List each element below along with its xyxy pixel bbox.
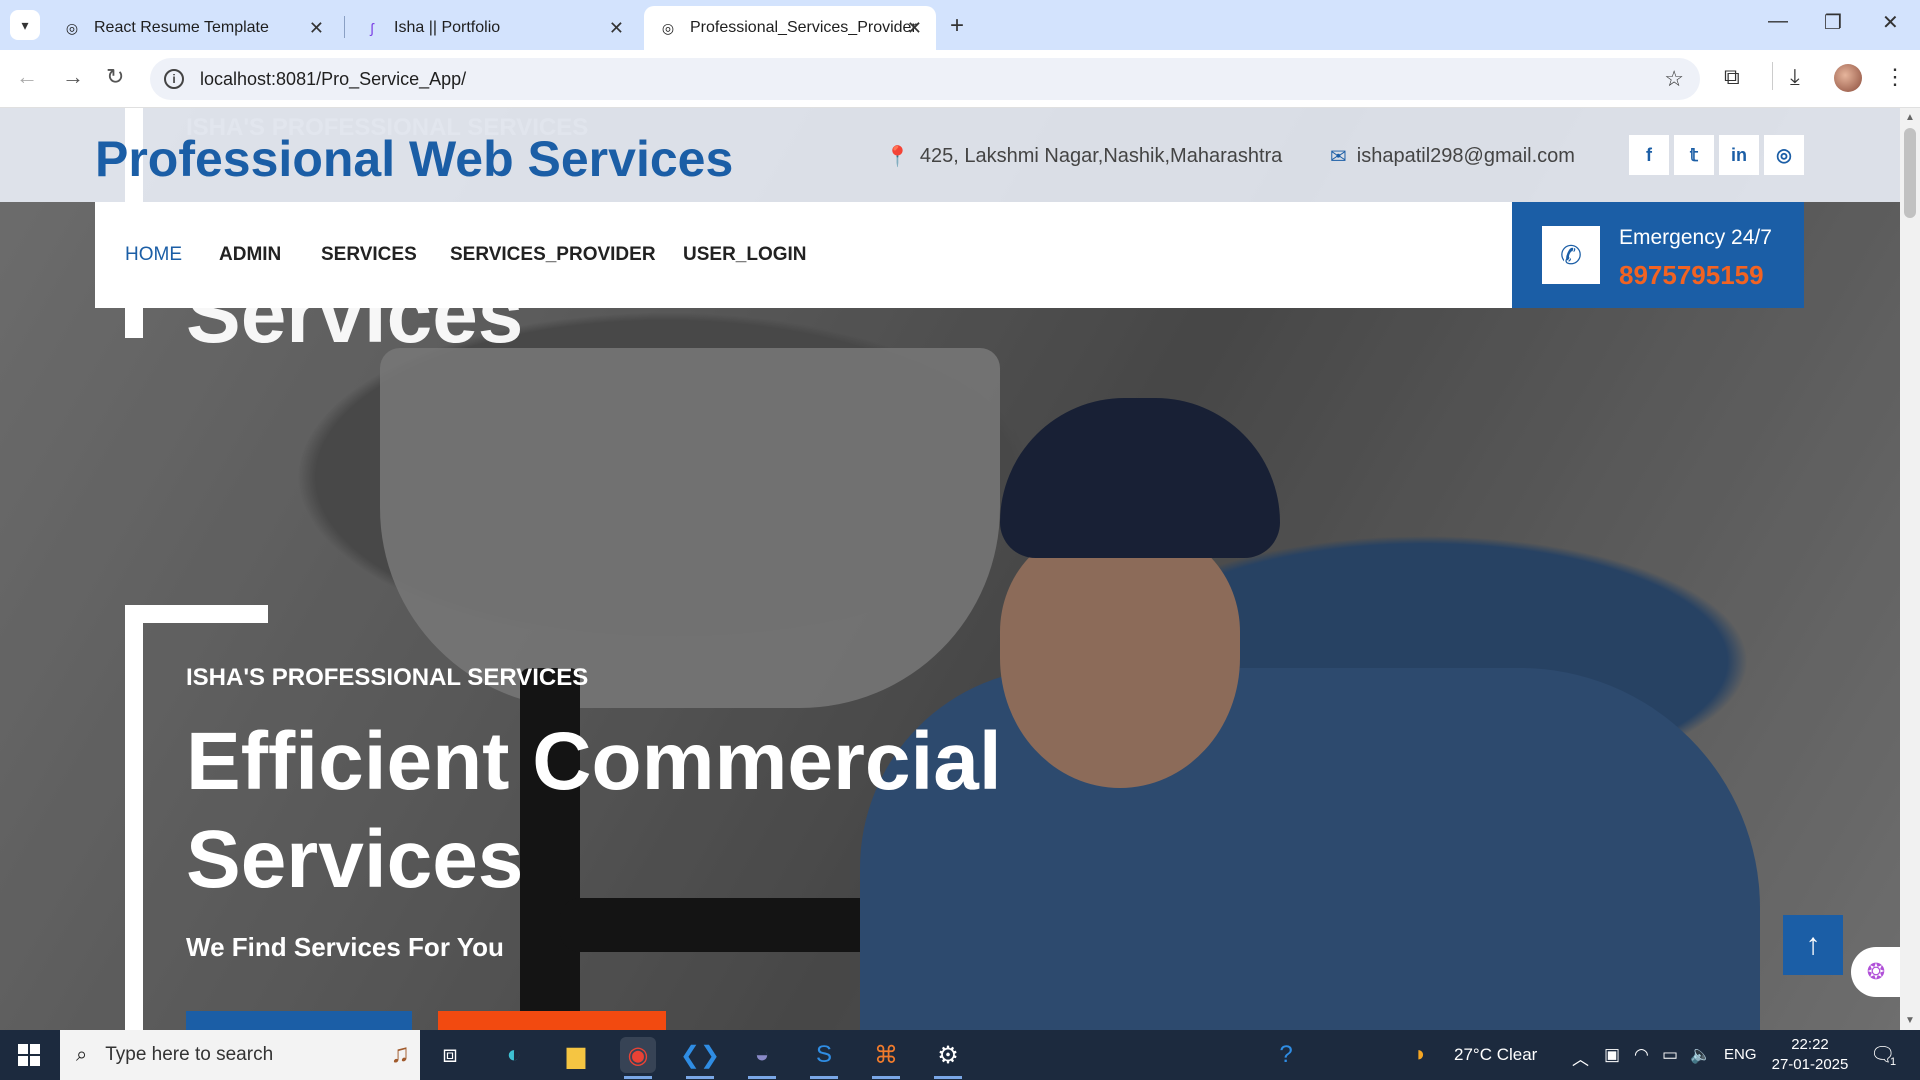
search-highlight-icon: ♫	[390, 1038, 411, 1068]
url-text: localhost:8081/Pro_Service_App/	[200, 68, 467, 89]
site-brand[interactable]: Professional Web Services	[95, 130, 733, 188]
skype-icon[interactable]: S	[806, 1037, 842, 1079]
task-view-icon[interactable]: ⧈	[432, 1037, 468, 1073]
nav-services[interactable]: SERVICES	[321, 244, 417, 266]
windows-start-icon[interactable]	[18, 1044, 40, 1066]
new-tab-button[interactable]: +	[950, 12, 964, 40]
file-explorer-icon[interactable]: ▆	[558, 1037, 594, 1073]
tray-chevron-icon[interactable]: ︿	[1572, 1045, 1589, 1070]
nav-services-provider[interactable]: SERVICES_PROVIDER	[450, 244, 656, 266]
scroll-down-icon[interactable]: ▼	[1905, 1015, 1915, 1026]
wifi-icon[interactable]: ◠	[1634, 1045, 1649, 1065]
minimize-icon[interactable]: —	[1768, 10, 1788, 33]
facebook-icon[interactable]: f	[1629, 135, 1669, 175]
notification-count: 1	[1890, 1056, 1897, 1068]
hero-primary-button[interactable]	[186, 1011, 412, 1030]
browser-toolbar: ← → ↻ i localhost:8081/Pro_Service_App/ …	[0, 50, 1920, 108]
xampp-icon[interactable]: ⌘	[868, 1037, 904, 1079]
globe-icon: ◎	[661, 19, 675, 36]
back-to-top-button[interactable]: ↑	[1783, 915, 1843, 975]
chrome-icon[interactable]: ◉	[620, 1037, 656, 1079]
instagram-icon[interactable]: ◎	[1764, 135, 1804, 175]
tab-label: Professional_Services_Provider	[690, 19, 917, 36]
extensions-icon[interactable]: ⧉	[1724, 64, 1740, 90]
email-contact: ✉ ishapatil298@gmail.com	[1330, 144, 1575, 169]
forward-icon[interactable]: →	[62, 64, 84, 90]
scrollbar-thumb[interactable]	[1904, 128, 1916, 218]
profile-avatar[interactable]	[1834, 64, 1862, 92]
back-icon[interactable]: ←	[16, 64, 38, 90]
email-text: ishapatil298@gmail.com	[1356, 145, 1575, 167]
address-text: 425, Lakshmi Nagar,Nashik,Maharashtra	[919, 145, 1283, 167]
assistant-bubble-icon[interactable]: ❂	[1851, 947, 1900, 997]
browser-tab-bar: ▾ ◎ React Resume Template ✕ ʃ Isha || Po…	[0, 0, 1920, 50]
battery-icon[interactable]: ▭	[1662, 1045, 1678, 1065]
globe-icon: ◎	[65, 19, 79, 36]
hero-tagline: We Find Services For You	[186, 932, 504, 962]
hero-headline-line-2: Services	[186, 814, 524, 905]
phone-icon: ✆	[1542, 226, 1600, 284]
nav-home[interactable]: HOME	[125, 244, 182, 266]
close-window-icon[interactable]: ✕	[1882, 10, 1899, 35]
hero-frame-top	[125, 605, 268, 623]
settings-gear-icon[interactable]: ⚙	[930, 1037, 966, 1079]
help-icon[interactable]: ?	[1268, 1037, 1304, 1073]
restore-icon[interactable]: ❐	[1824, 10, 1842, 35]
hero-headline-line-1: Efficient Commercial	[186, 716, 1002, 807]
bookmark-star-icon[interactable]: ☆	[1664, 66, 1684, 92]
tab-portfolio[interactable]: ʃ Isha || Portfolio ✕	[348, 6, 638, 50]
reload-icon[interactable]: ↻	[106, 64, 124, 90]
tab-label: React Resume Template	[94, 19, 269, 36]
close-icon[interactable]: ✕	[309, 18, 324, 39]
clock-time: 22:22	[1791, 1036, 1829, 1053]
tab-professional-services[interactable]: ◎ Professional_Services_Provider ✕	[644, 6, 936, 50]
emergency-contact-box: ✆ Emergency 24/7 8975795159	[1512, 202, 1804, 308]
language-indicator[interactable]: ENG	[1724, 1046, 1757, 1063]
tab-label: Isha || Portfolio	[394, 19, 501, 36]
emergency-label: Emergency 24/7	[1619, 226, 1772, 249]
device-icon[interactable]: ▣	[1604, 1045, 1620, 1065]
download-icon[interactable]: ⤓	[1790, 64, 1800, 90]
weather-icon[interactable]: ◗	[1414, 1041, 1427, 1067]
volume-icon[interactable]: 🔈	[1690, 1045, 1711, 1065]
map-pin-icon: 📍	[885, 146, 910, 168]
emergency-phone[interactable]: 8975795159	[1619, 260, 1764, 291]
address-contact: 📍 425, Lakshmi Nagar,Nashik,Maharashtra	[885, 144, 1282, 169]
nav-user-login[interactable]: USER_LOGIN	[683, 244, 807, 266]
page-scrollbar[interactable]: ▲ ▼	[1900, 108, 1920, 1030]
clock[interactable]: 22:22 27-01-2025	[1768, 1035, 1852, 1075]
hero-secondary-button[interactable]	[438, 1011, 666, 1030]
eclipse-icon[interactable]: ◒	[744, 1037, 780, 1079]
edge-icon[interactable]: ◐	[496, 1037, 532, 1073]
close-icon[interactable]: ✕	[609, 18, 624, 39]
taskbar: ⌕ Type here to search ♫ ⧈ ◐ ▆ ◉ ❮❯ ◒ S ⌘…	[0, 1030, 1920, 1080]
search-icon: ⌕	[76, 1043, 88, 1066]
linkedin-icon[interactable]: in	[1719, 135, 1759, 175]
tab-react-resume[interactable]: ◎ React Resume Template ✕	[48, 6, 338, 50]
toolbar-divider	[1772, 62, 1773, 90]
page-viewport: ISHA'S PROFESSIONAL SERVICES Services Pr…	[0, 108, 1900, 1030]
main-navbar: HOME ADMIN SERVICES SERVICES_PROVIDER US…	[95, 202, 1515, 308]
nav-admin[interactable]: ADMIN	[219, 244, 281, 266]
hero-kicker: ISHA'S PROFESSIONAL SERVICES	[186, 664, 589, 691]
envelope-icon: ✉	[1330, 146, 1347, 168]
hero-headline: Efficient Commercial Services	[186, 713, 1086, 909]
vscode-icon[interactable]: ❮❯	[680, 1037, 720, 1079]
taskbar-search[interactable]: ⌕ Type here to search ♫	[60, 1030, 420, 1080]
search-placeholder: Type here to search	[105, 1044, 274, 1065]
weather-text[interactable]: 27°C Clear	[1454, 1045, 1537, 1065]
site-info-icon[interactable]: i	[164, 69, 184, 89]
menu-icon[interactable]: ⋮	[1884, 64, 1906, 90]
address-bar[interactable]: i localhost:8081/Pro_Service_App/ ☆	[150, 58, 1700, 100]
portfolio-icon: ʃ	[370, 20, 374, 36]
scroll-up-icon[interactable]: ▲	[1905, 112, 1915, 123]
close-icon[interactable]: ✕	[907, 18, 922, 39]
tab-search-button[interactable]: ▾	[10, 10, 40, 40]
twitter-icon[interactable]: 𝕥	[1674, 135, 1714, 175]
tab-divider	[344, 16, 345, 38]
hero-frame-left	[125, 605, 143, 1030]
clock-date: 27-01-2025	[1771, 1056, 1849, 1073]
